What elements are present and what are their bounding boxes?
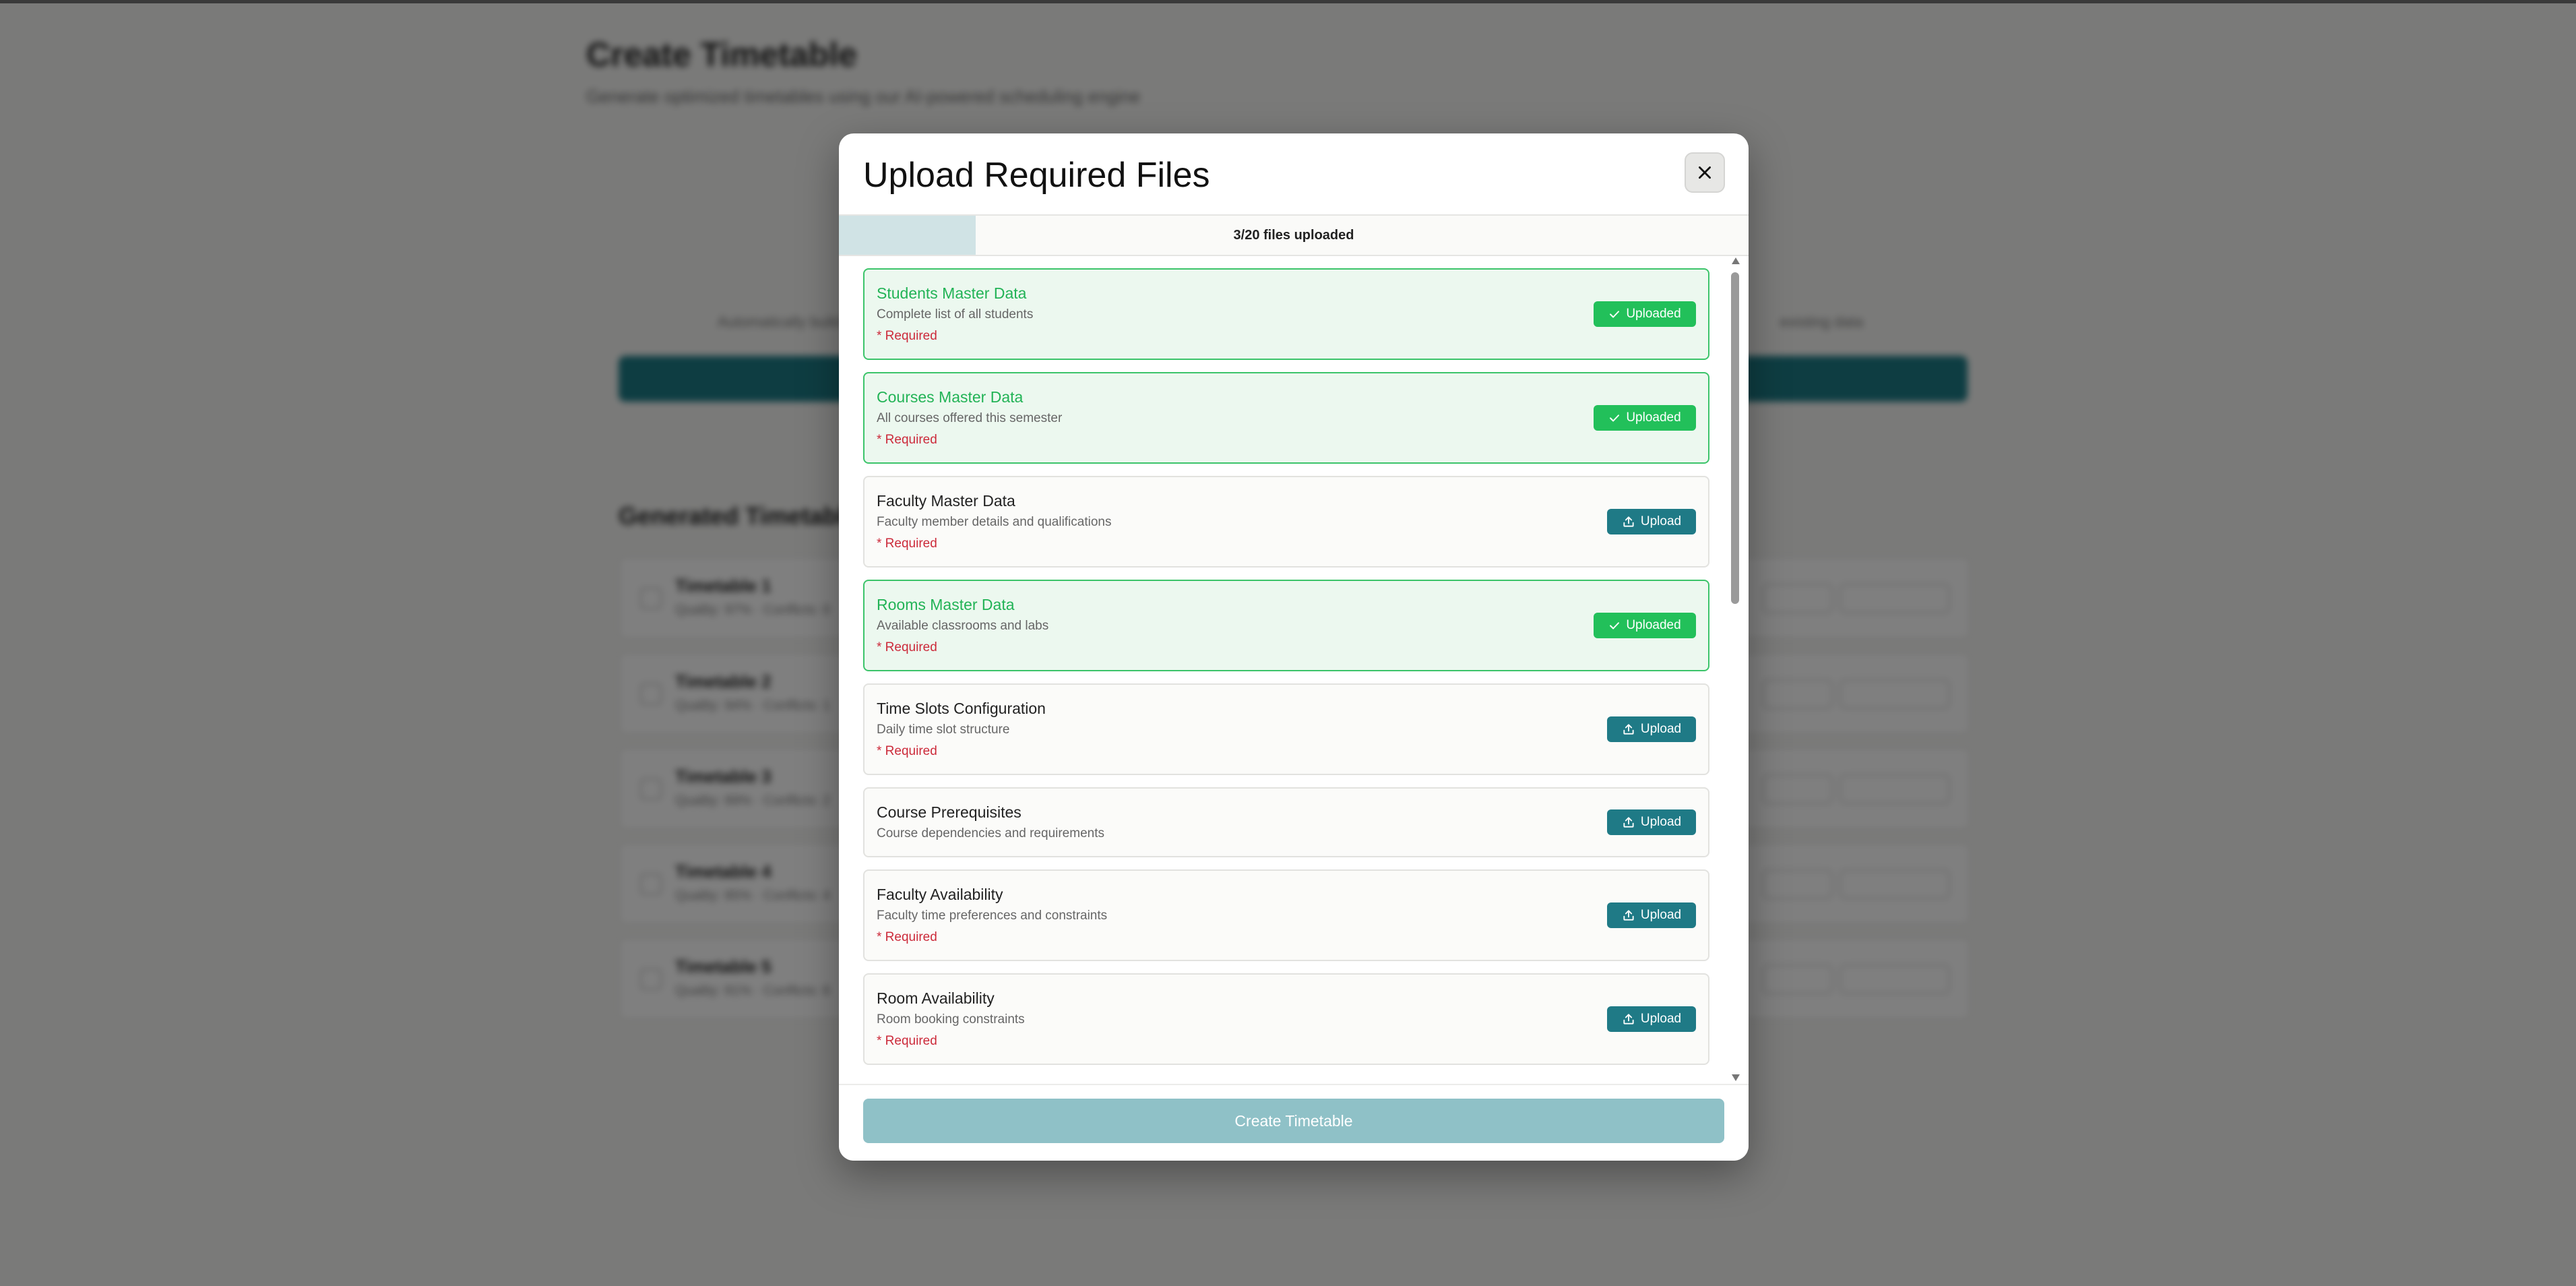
modal-title: Upload Required Files [863, 156, 1210, 195]
uploaded-button-label: Uploaded [1626, 618, 1681, 632]
upload-modal: Upload Required Files 3/20 files uploade… [839, 133, 1749, 1161]
scroll-up-arrow-icon[interactable] [1732, 257, 1740, 264]
modal-scrollbar[interactable] [1730, 257, 1742, 1081]
upload-button[interactable]: Upload [1607, 1006, 1696, 1032]
file-card: Faculty Master Data Faculty member detail… [863, 476, 1709, 568]
file-description: Complete list of all students [877, 307, 1034, 322]
upload-button-label: Upload [1640, 514, 1682, 528]
check-icon [1610, 311, 1620, 318]
required-label: * Required [877, 1034, 937, 1048]
required-label: * Required [877, 433, 937, 447]
upload-icon [1623, 817, 1634, 828]
upload-button[interactable]: Upload [1607, 509, 1696, 534]
file-card: Rooms Master Data Available classrooms an… [863, 580, 1709, 671]
file-description: Daily time slot structure [877, 723, 1010, 737]
scroll-thumb[interactable] [1731, 272, 1739, 604]
file-name: Time Slots Configuration [877, 700, 1046, 717]
upload-button-label: Upload [1640, 1012, 1682, 1026]
required-label: * Required [877, 537, 937, 551]
upload-button-label: Upload [1640, 815, 1682, 829]
file-name: Rooms Master Data [877, 596, 1015, 613]
scroll-down-arrow-icon[interactable] [1732, 1074, 1740, 1081]
file-card: Room Availability Room booking constraint… [863, 973, 1709, 1065]
required-label: * Required [877, 329, 937, 343]
file-description: Faculty member details and qualification… [877, 515, 1112, 529]
check-icon [1610, 622, 1620, 630]
file-name: Room Availability [877, 989, 995, 1007]
uploaded-button[interactable]: Uploaded [1594, 405, 1696, 431]
file-description: All courses offered this semester [877, 411, 1063, 425]
uploaded-button[interactable]: Uploaded [1594, 613, 1696, 638]
progress-label: 3/20 files uploaded [1233, 227, 1354, 243]
uploaded-button[interactable]: Uploaded [1594, 301, 1696, 327]
upload-button[interactable]: Upload [1607, 809, 1696, 835]
file-description: Available classrooms and labs [877, 619, 1049, 633]
modal-footer: Create Timetable [839, 1084, 1749, 1161]
file-card: Students Master Data Complete list of all… [863, 268, 1709, 360]
upload-button-label: Upload [1640, 908, 1682, 922]
upload-icon [1623, 910, 1634, 921]
file-card: Time Slots Configuration Daily time slot … [863, 683, 1709, 775]
file-name: Courses Master Data [877, 388, 1024, 406]
file-name: Students Master Data [877, 284, 1027, 302]
upload-button[interactable]: Upload [1607, 716, 1696, 742]
file-card: Faculty Availability Faculty time prefere… [863, 869, 1709, 961]
file-description: Course dependencies and requirements [877, 826, 1104, 840]
upload-progress: 3/20 files uploaded [839, 214, 1749, 256]
upload-button-label: Upload [1640, 722, 1682, 736]
uploaded-button-label: Uploaded [1626, 307, 1681, 321]
file-card: Courses Master Data All courses offered t… [863, 372, 1709, 464]
upload-button[interactable]: Upload [1607, 902, 1696, 928]
required-label: * Required [877, 930, 937, 944]
file-name: Course Prerequisites [877, 803, 1022, 821]
file-card: Course Prerequisites Course dependencies … [863, 787, 1709, 857]
close-button[interactable] [1685, 152, 1725, 193]
uploaded-button-label: Uploaded [1626, 410, 1681, 425]
check-icon [1610, 415, 1620, 422]
create-timetable-button[interactable]: Create Timetable [863, 1099, 1724, 1143]
file-name: Faculty Master Data [877, 492, 1015, 510]
required-label: * Required [877, 640, 937, 654]
close-icon [1699, 166, 1711, 179]
upload-icon [1623, 1014, 1634, 1024]
required-label: * Required [877, 744, 937, 758]
file-description: Faculty time preferences and constraints [877, 909, 1108, 923]
upload-icon [1623, 724, 1634, 735]
upload-icon [1623, 516, 1634, 527]
file-list[interactable]: Students Master Data Complete list of all… [839, 256, 1749, 1161]
file-description: Room booking constraints [877, 1012, 1025, 1027]
file-name: Faculty Availability [877, 886, 1003, 903]
